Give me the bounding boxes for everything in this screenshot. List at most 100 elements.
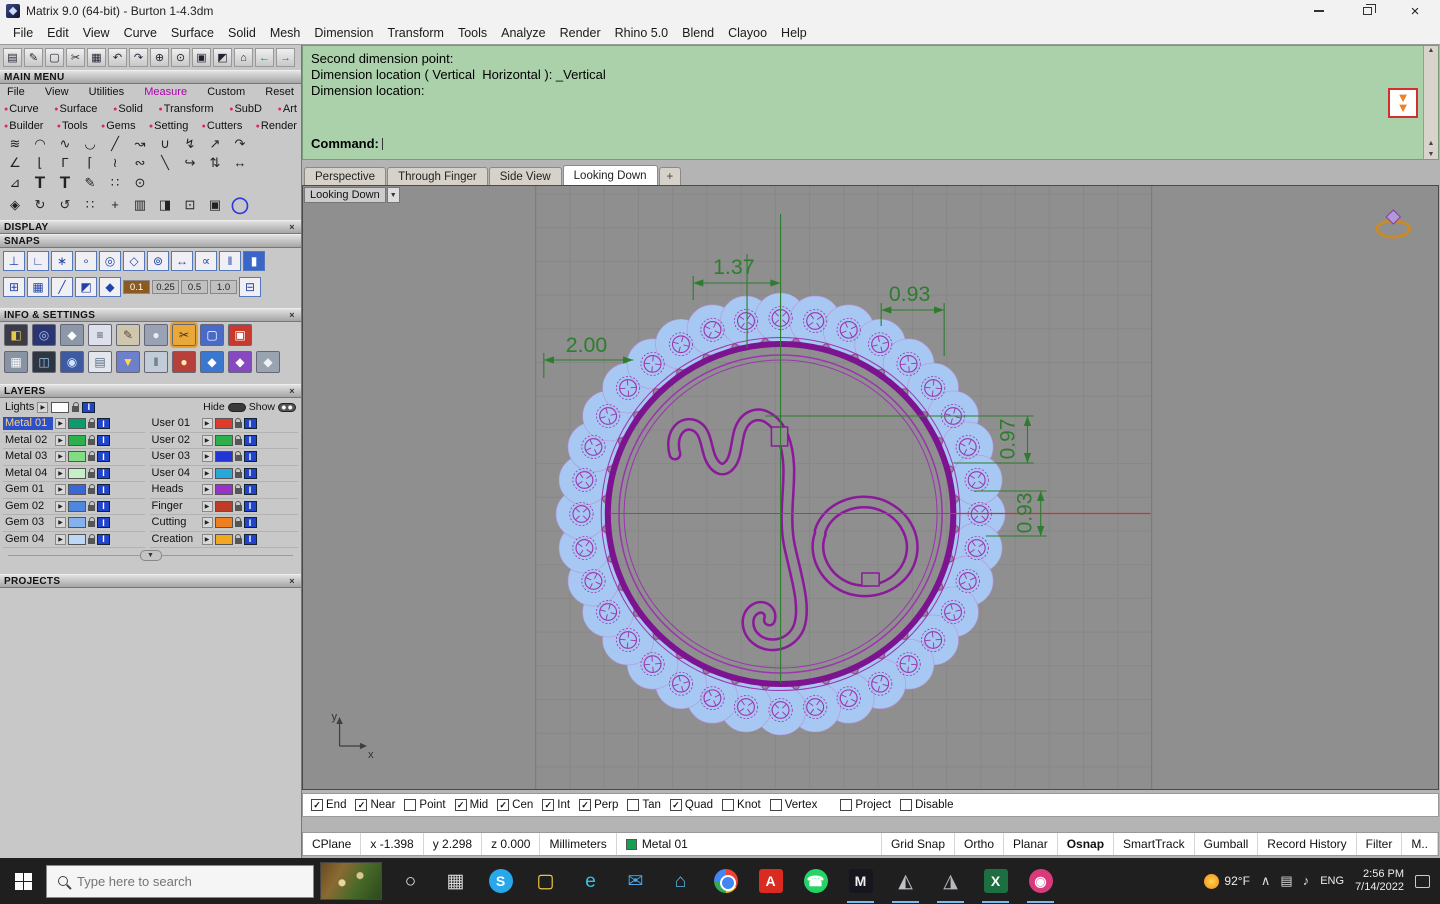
layer-expand-button[interactable]: ▶: [201, 517, 213, 529]
menu-item-solid[interactable]: Solid: [221, 24, 263, 42]
snap-icon[interactable]: ◩: [75, 277, 97, 297]
layer-row-user-03[interactable]: User 03 ▶ I: [149, 449, 298, 466]
main-menu-tab-view[interactable]: View: [45, 86, 69, 98]
info-settings-icon[interactable]: ▤: [88, 351, 112, 373]
layer-current-indicator[interactable]: I: [97, 451, 110, 463]
osnap-disable[interactable]: Disable: [900, 799, 953, 811]
tool-icon[interactable]: ◠: [30, 136, 50, 152]
toolbar-icon[interactable]: ▤: [3, 48, 22, 67]
osnap-end[interactable]: ✓ End: [311, 799, 346, 811]
info-settings-icon[interactable]: ◆: [60, 324, 84, 346]
status-pane-x-1-398[interactable]: x -1.398: [361, 833, 424, 855]
osnap-vertex[interactable]: Vertex: [769, 799, 817, 811]
toolbar-icon[interactable]: ✎: [24, 48, 43, 67]
language-indicator[interactable]: ENG: [1320, 875, 1344, 887]
layer-current-indicator[interactable]: I: [243, 500, 257, 512]
tool-icon[interactable]: ↗: [205, 136, 225, 152]
lock-icon[interactable]: [234, 418, 242, 429]
snap-icon[interactable]: ⊞: [3, 277, 25, 297]
lock-icon[interactable]: [88, 500, 95, 511]
layer-current-indicator[interactable]: I: [82, 401, 96, 413]
command-prompt[interactable]: Command:: [311, 136, 383, 151]
tool-icon[interactable]: ↻: [30, 197, 50, 213]
layer-color-swatch[interactable]: [51, 401, 70, 413]
info-settings-icon[interactable]: ▣: [228, 324, 252, 346]
command-history-expand-button[interactable]: ▼ ▼: [1388, 88, 1418, 118]
command-history-area[interactable]: Second dimension point: Dimension locati…: [302, 45, 1439, 160]
viewport-tab-side-view[interactable]: Side View: [488, 167, 562, 185]
main-menu-item-solid[interactable]: Solid: [113, 103, 142, 115]
chevron-up-icon[interactable]: ∧: [1261, 873, 1271, 889]
info-settings-icon[interactable]: ◎: [32, 324, 56, 346]
osnap-mid[interactable]: ✓ Mid: [454, 799, 488, 811]
main-menu-tab-custom[interactable]: Custom: [207, 86, 245, 98]
main-menu-tab-utilities[interactable]: Utilities: [89, 86, 124, 98]
layer-color-swatch[interactable]: [214, 500, 233, 512]
status-pane-metal-01[interactable]: Metal 01: [617, 833, 882, 855]
osnap-project[interactable]: Project: [840, 799, 891, 811]
layer-current-indicator[interactable]: I: [97, 467, 110, 479]
layer-expand-button[interactable]: ▶: [201, 484, 213, 496]
expand-panel-button[interactable]: ▼: [139, 550, 162, 561]
status-pane-ortho[interactable]: Ortho: [955, 833, 1005, 855]
layer-expand-button[interactable]: ▶: [55, 500, 66, 512]
tool-icon[interactable]: ∿: [55, 136, 75, 152]
layer-expand-button[interactable]: ▶: [55, 517, 66, 529]
menu-item-curve[interactable]: Curve: [117, 24, 164, 42]
weather-widget[interactable]: 92°F: [1204, 873, 1250, 889]
toolbar-icon[interactable]: ←: [255, 48, 274, 67]
snap-increment-1-0[interactable]: 1.0: [210, 280, 237, 294]
checkbox[interactable]: ✓: [355, 799, 368, 811]
snap-icon[interactable]: ▦: [27, 277, 49, 297]
checkbox[interactable]: [840, 799, 853, 811]
close-icon[interactable]: ×: [287, 576, 297, 586]
info-settings-icon[interactable]: ▼: [116, 351, 140, 373]
status-pane-m[interactable]: M..: [1402, 833, 1438, 855]
tool-icon[interactable]: ▥: [130, 197, 150, 213]
tool-icon[interactable]: ◡: [80, 136, 100, 152]
checkbox[interactable]: ✓: [542, 799, 555, 811]
layer-expand-button[interactable]: ▶: [55, 467, 66, 479]
status-pane-cplane[interactable]: CPlane: [303, 833, 362, 855]
snap-icon[interactable]: ⊚: [147, 251, 169, 271]
cortana-icon[interactable]: ○: [388, 858, 433, 904]
info-settings-icon[interactable]: ◆: [200, 351, 224, 373]
layer-expand-button[interactable]: ▶: [55, 451, 66, 463]
close-icon[interactable]: ×: [287, 386, 297, 396]
lock-icon[interactable]: [88, 517, 95, 528]
lock-icon[interactable]: [88, 533, 95, 544]
lock-icon[interactable]: [88, 467, 95, 478]
viewport-tab-perspective[interactable]: Perspective: [304, 167, 387, 185]
osnap-point[interactable]: Point: [404, 799, 446, 811]
checkbox[interactable]: ✓: [311, 799, 323, 811]
main-menu-tab-file[interactable]: File: [7, 86, 25, 98]
tool-icon[interactable]: ⊡: [180, 197, 200, 213]
layer-row-metal-04[interactable]: Metal 04 ▶ I: [3, 466, 145, 482]
tool-icon[interactable]: ⊿: [5, 175, 25, 191]
checkbox[interactable]: ✓: [454, 799, 467, 811]
layer-row-gem-02[interactable]: Gem 02 ▶ I: [3, 499, 145, 515]
snap-icon[interactable]: ▮: [243, 251, 265, 271]
menu-item-surface[interactable]: Surface: [164, 24, 221, 42]
main-menu-item-cutters[interactable]: Cutters: [202, 120, 242, 132]
scroll-up-icon[interactable]: ▲: [1424, 140, 1438, 147]
modeling-app-icon-1[interactable]: ◭: [883, 858, 928, 904]
layer-current-indicator[interactable]: I: [243, 533, 257, 545]
layer-color-swatch[interactable]: [214, 451, 233, 463]
status-pane-osnap[interactable]: Osnap: [1058, 833, 1115, 855]
acrobat-icon[interactable]: A: [748, 858, 793, 904]
info-settings-icon[interactable]: ●: [144, 324, 168, 346]
layer-expand-button[interactable]: ▶: [201, 434, 213, 446]
command-scrollbar[interactable]: ▲ ▲ ▼: [1423, 46, 1438, 159]
checkbox[interactable]: [627, 799, 640, 811]
osnap-perp[interactable]: ✓ Perp: [579, 799, 618, 811]
volume-icon[interactable]: ♪: [1303, 873, 1310, 889]
snap-increment-0-1[interactable]: 0.1: [123, 280, 150, 294]
tool-icon[interactable]: T: [30, 173, 50, 193]
snap-icon[interactable]: ◇: [123, 251, 145, 271]
clock[interactable]: 2:56 PM 7/14/2022: [1355, 868, 1404, 894]
main-menu-item-transform[interactable]: Transform: [159, 103, 214, 115]
layer-color-swatch[interactable]: [214, 467, 233, 479]
checkbox[interactable]: [404, 799, 417, 811]
lock-icon[interactable]: [88, 418, 95, 429]
